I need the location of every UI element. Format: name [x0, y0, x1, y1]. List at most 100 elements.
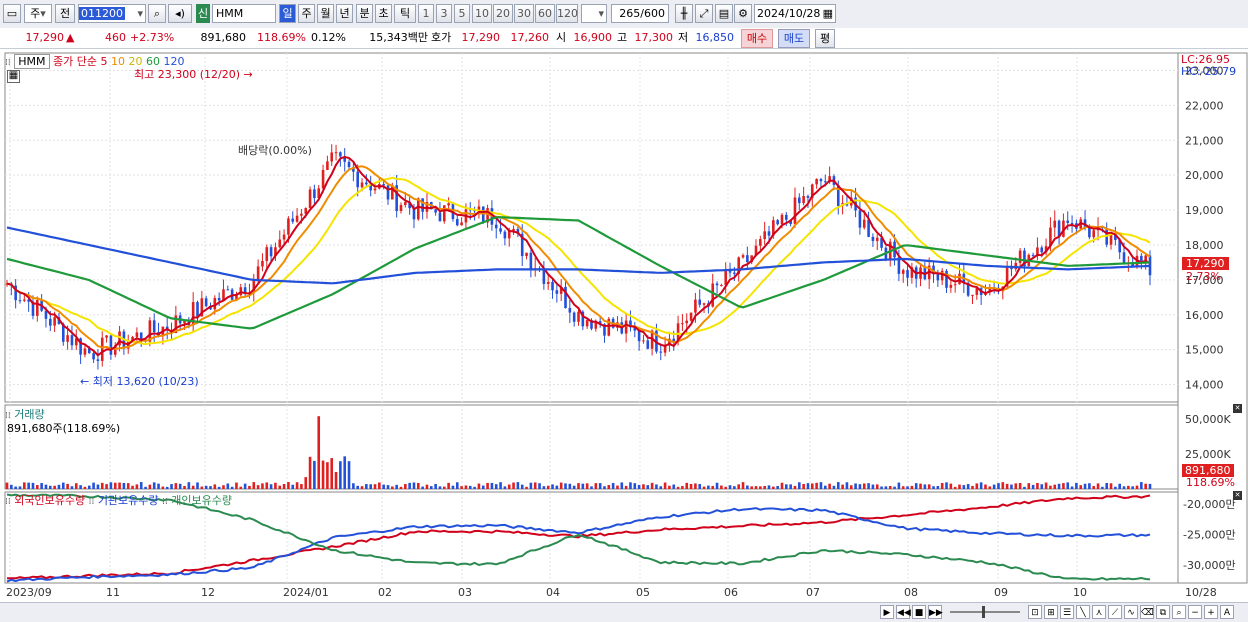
volume-bar — [274, 482, 277, 489]
close-icon[interactable]: ✕ — [1233, 491, 1242, 500]
candle-body — [659, 351, 663, 353]
eraser-icon[interactable]: ⌫ — [1140, 605, 1154, 619]
prev-button[interactable]: 전 — [55, 4, 75, 23]
volume-bar — [525, 486, 528, 489]
sound-icon[interactable]: ◂) — [168, 4, 192, 23]
time-tick-label: 11 — [106, 586, 120, 599]
layout-icon[interactable]: ⊡ — [1028, 605, 1042, 619]
close-icon[interactable]: ✕ — [1233, 404, 1242, 413]
window-icon[interactable]: ▭ — [3, 4, 21, 23]
menu-dots-icon[interactable]: ⁞⁞ — [5, 58, 11, 68]
plus-icon[interactable]: + — [1204, 605, 1218, 619]
volume-bar — [269, 484, 273, 489]
candle-body — [291, 218, 295, 222]
min-30[interactable]: 30 — [514, 4, 534, 23]
high-price: 17,300 — [634, 31, 674, 44]
save-icon[interactable]: ▤ — [715, 4, 733, 23]
candle-body — [646, 340, 650, 349]
candle-body — [689, 312, 693, 321]
sell-button[interactable]: 매도 — [778, 29, 810, 48]
gear-icon[interactable]: ⚙ — [734, 4, 752, 23]
min-60[interactable]: 60 — [535, 4, 555, 23]
volume-bar — [945, 482, 948, 489]
volume-bar — [629, 482, 632, 489]
volume-bar — [854, 483, 857, 489]
fast-forward-icon[interactable]: ▶▶ — [928, 605, 943, 619]
volume-bar — [170, 484, 173, 489]
volume-bar — [992, 484, 996, 489]
volume-bar — [352, 483, 355, 489]
count-field[interactable]: 265/600 — [611, 4, 669, 23]
split-view-icon[interactable]: ⊞ — [1044, 605, 1058, 619]
volume-bar — [988, 486, 992, 489]
min-5[interactable]: 5 — [454, 4, 470, 23]
stop-icon[interactable]: ■ — [912, 605, 926, 619]
min-3[interactable]: 3 — [436, 4, 452, 23]
window-list-icon[interactable]: ☰ — [1060, 605, 1074, 619]
min-120[interactable]: 120 — [556, 4, 578, 23]
volume-bar — [139, 482, 143, 489]
menu-dots-icon[interactable]: ⁞⁞ — [89, 497, 95, 507]
volume-bar — [733, 486, 736, 489]
grid-icon[interactable]: ▦ — [7, 70, 20, 83]
rewind-icon[interactable]: ◀◀ — [896, 605, 911, 619]
time-tick-label: 07 — [806, 586, 820, 599]
volume-bar — [131, 485, 134, 489]
zoom-slider[interactable] — [950, 606, 1020, 618]
volume-bar — [1122, 486, 1126, 489]
wave-icon[interactable]: ∿ — [1124, 605, 1138, 619]
volume-bar — [235, 482, 238, 489]
chart-area[interactable]: 23,000 22,000 21,000 20,000 19,000 18,000 17,0… — [0, 50, 1248, 602]
stock-code-input[interactable]: 011200 ▾ — [78, 4, 146, 23]
candle-body — [105, 335, 108, 338]
scroll-right-icon[interactable]: ▶ — [880, 605, 894, 619]
volume-bar — [559, 482, 563, 489]
zoom-slider-handle[interactable] — [982, 606, 985, 618]
period-second[interactable]: 초 — [375, 4, 392, 23]
minus-icon[interactable]: − — [1188, 605, 1202, 619]
volume-bar — [763, 485, 766, 489]
period-minute[interactable]: 분 — [356, 4, 373, 23]
chart-svg[interactable]: 23,00022,00021,00020,00019,00018,00017,0… — [0, 50, 1248, 602]
volume-bar — [819, 482, 823, 489]
line-tool-icon[interactable]: ╲ — [1076, 605, 1090, 619]
period-week[interactable]: 주 — [298, 4, 315, 23]
min-10[interactable]: 10 — [472, 4, 492, 23]
volume-bar — [1083, 483, 1087, 489]
high-label: 고 — [617, 31, 628, 44]
period-day[interactable]: 일 — [279, 4, 296, 23]
mode-select[interactable]: 주▾ — [24, 4, 52, 23]
candle-type-icon[interactable]: ╫ — [675, 4, 693, 23]
volume-bar — [395, 484, 398, 489]
search-icon[interactable]: ⌕ — [148, 4, 166, 23]
min-20[interactable]: 20 — [493, 4, 513, 23]
period-tick[interactable]: 틱 — [394, 4, 416, 23]
min-1[interactable]: 1 — [418, 4, 434, 23]
calendar-icon[interactable]: ▦ — [823, 5, 833, 22]
custom-period-select[interactable]: ▾ — [581, 4, 607, 23]
eval-button[interactable]: 평 — [815, 29, 835, 48]
date-input[interactable]: 2024/10/28 ▦ — [754, 4, 836, 23]
volume-bar — [1036, 482, 1039, 489]
volume-bar — [711, 486, 715, 489]
candle-body — [1031, 254, 1035, 256]
volume-bar — [217, 486, 221, 489]
period-year[interactable]: 년 — [336, 4, 353, 23]
volume-bar — [356, 485, 359, 489]
stock-name-field[interactable]: HMM — [212, 4, 276, 23]
candle-body — [447, 203, 450, 206]
font-size-icon[interactable]: A — [1220, 605, 1234, 619]
volume-bar — [183, 485, 186, 489]
menu-dots-icon[interactable]: ⁞⁞ — [5, 497, 11, 507]
buy-button[interactable]: 매수 — [741, 29, 773, 48]
copy-icon[interactable]: ⧉ — [1156, 605, 1170, 619]
volume-bar — [828, 483, 831, 489]
holdings-tick-label: -25,000만 — [1183, 528, 1236, 541]
fibonacci-icon[interactable]: ⋏ — [1092, 605, 1106, 619]
volume-bar — [499, 482, 502, 489]
draw-tool-icon[interactable]: ⤢ — [695, 4, 713, 23]
zoom-icon[interactable]: ⌕ — [1172, 605, 1186, 619]
period-month[interactable]: 월 — [317, 4, 334, 23]
trend-icon[interactable]: ⟋ — [1108, 605, 1122, 619]
menu-dots-icon[interactable]: ⁞⁞ — [162, 497, 168, 507]
